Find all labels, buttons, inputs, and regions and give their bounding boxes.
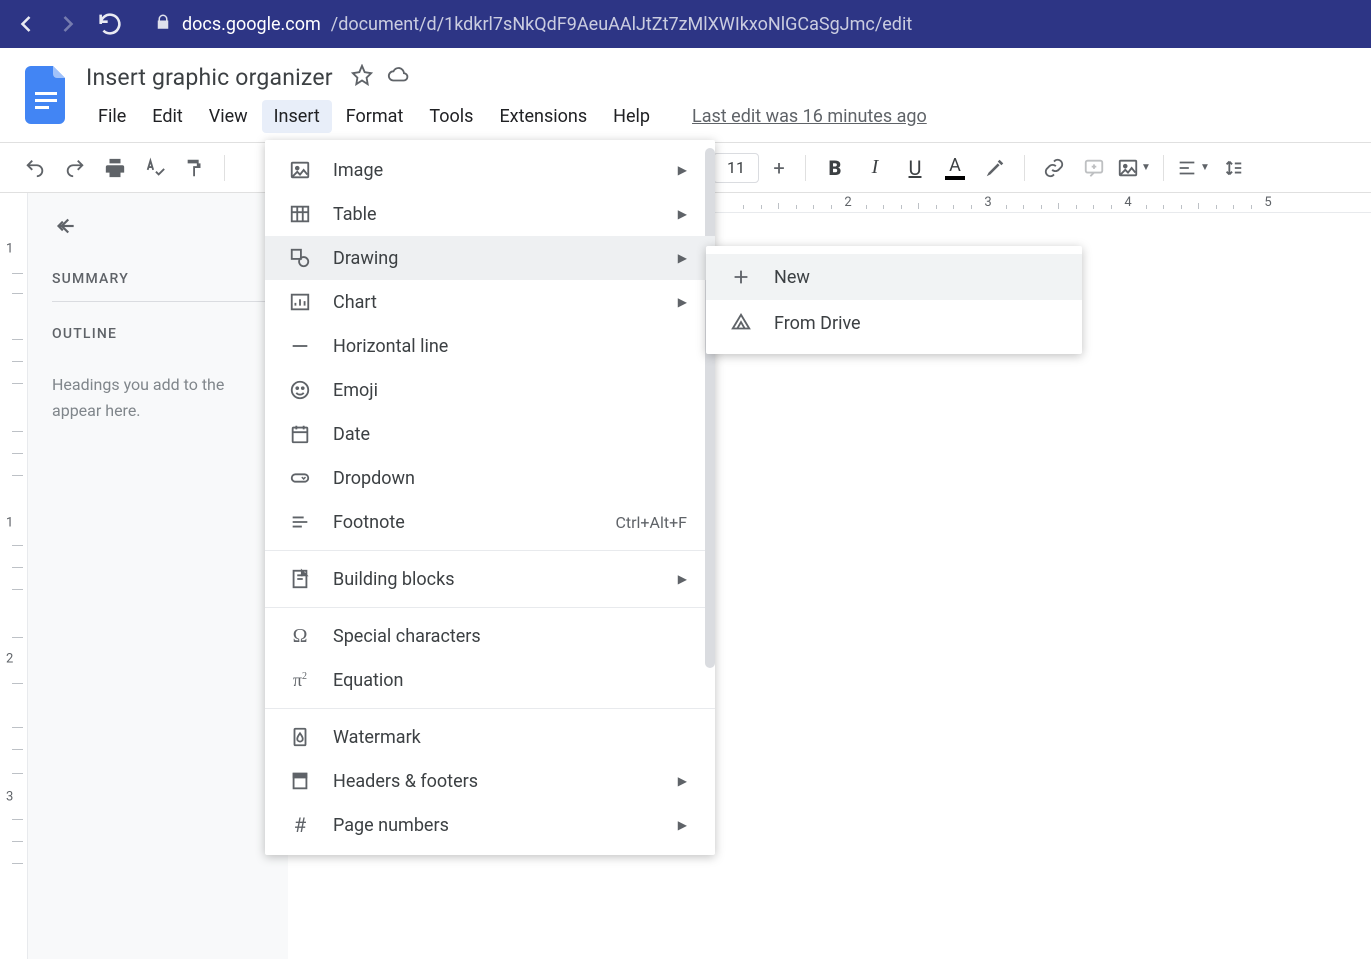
vertical-ruler: 1 1 2 3: [0, 193, 28, 959]
drawing-new[interactable]: New: [706, 254, 1082, 300]
app-header: Insert graphic organizer File Edit View …: [0, 48, 1371, 143]
menu-edit[interactable]: Edit: [140, 100, 194, 133]
undo-button[interactable]: [18, 151, 52, 185]
redo-button[interactable]: [58, 151, 92, 185]
plus-icon: [730, 266, 752, 288]
insert-link-button[interactable]: [1037, 151, 1071, 185]
table-icon: [289, 203, 311, 225]
underline-button[interactable]: U: [898, 151, 932, 185]
insert-equation[interactable]: π2 Equation: [265, 658, 715, 702]
insert-building-blocks[interactable]: Building blocks ▶: [265, 557, 715, 601]
headers-footers-icon: [289, 770, 311, 792]
insert-drawing[interactable]: Drawing ▶: [265, 236, 715, 280]
menu-help[interactable]: Help: [601, 100, 662, 133]
add-comment-button[interactable]: [1077, 151, 1111, 185]
text-color-button[interactable]: A: [938, 151, 972, 185]
insert-menu-dropdown: Image ▶ Table ▶ Drawing ▶ Chart ▶ Horizo…: [265, 140, 715, 855]
url-host: docs.google.com: [182, 14, 321, 35]
insert-watermark[interactable]: Watermark: [265, 715, 715, 759]
italic-button[interactable]: I: [858, 151, 892, 185]
browser-back-button[interactable]: [12, 10, 40, 38]
chart-icon: [289, 291, 311, 313]
browser-reload-button[interactable]: [96, 10, 124, 38]
menu-tools[interactable]: Tools: [417, 100, 485, 133]
insert-table[interactable]: Table ▶: [265, 192, 715, 236]
menu-file[interactable]: File: [86, 100, 138, 133]
url-path: /document/d/1kdkrl7sNkQdF9AeuAAlJtZt7zMl…: [331, 14, 912, 35]
address-bar[interactable]: docs.google.com/document/d/1kdkrl7sNkQdF…: [138, 13, 1359, 36]
submenu-arrow-icon: ▶: [678, 163, 687, 177]
font-size-increase[interactable]: +: [765, 154, 793, 182]
menu-format[interactable]: Format: [334, 100, 416, 133]
outline-placeholder: Headings you add to the appear here.: [52, 372, 270, 423]
drawing-icon: [289, 247, 311, 269]
insert-dropdown[interactable]: Dropdown: [265, 456, 715, 500]
insert-chart[interactable]: Chart ▶: [265, 280, 715, 324]
docs-logo-icon[interactable]: [24, 64, 70, 126]
paint-format-button[interactable]: [178, 151, 212, 185]
insert-image[interactable]: Image ▶: [265, 148, 715, 192]
align-button[interactable]: ▼: [1176, 151, 1210, 185]
submenu-arrow-icon: ▶: [678, 295, 687, 309]
watermark-icon: [289, 726, 311, 748]
hline-icon: [289, 335, 311, 357]
insert-special-characters[interactable]: Ω Special characters: [265, 614, 715, 658]
insert-page-numbers[interactable]: # Page numbers ▶: [265, 803, 715, 847]
outline-heading: OUTLINE: [52, 326, 270, 342]
collapse-outline-button[interactable]: [52, 213, 270, 243]
print-button[interactable]: [98, 151, 132, 185]
omega-icon: Ω: [289, 625, 311, 648]
emoji-icon: [289, 379, 311, 401]
image-icon: [289, 159, 311, 181]
cloud-saved-icon[interactable]: [387, 64, 409, 90]
last-edit-link[interactable]: Last edit was 16 minutes ago: [692, 106, 927, 127]
spellcheck-button[interactable]: [138, 151, 172, 185]
line-spacing-button[interactable]: [1216, 151, 1250, 185]
insert-date[interactable]: Date: [265, 412, 715, 456]
submenu-arrow-icon: ▶: [678, 774, 687, 788]
drive-icon: [730, 312, 752, 334]
summary-heading: SUMMARY: [52, 271, 270, 287]
footnote-icon: [289, 511, 311, 533]
font-size-input[interactable]: 11: [713, 153, 759, 183]
submenu-arrow-icon: ▶: [678, 572, 687, 586]
outline-sidebar: SUMMARY OUTLINE Headings you add to the …: [28, 193, 288, 959]
submenu-arrow-icon: ▶: [678, 818, 687, 832]
insert-horizontal-line[interactable]: Horizontal line: [265, 324, 715, 368]
highlight-button[interactable]: [978, 151, 1012, 185]
browser-forward-button[interactable]: [54, 10, 82, 38]
page-numbers-icon: #: [289, 813, 311, 837]
equation-icon: π2: [289, 670, 311, 691]
building-blocks-icon: [289, 568, 311, 590]
menu-view[interactable]: View: [197, 100, 260, 133]
star-icon[interactable]: [351, 64, 373, 90]
document-title[interactable]: Insert graphic organizer: [86, 64, 333, 91]
date-icon: [289, 423, 311, 445]
submenu-arrow-icon: ▶: [678, 251, 687, 265]
insert-emoji[interactable]: Emoji: [265, 368, 715, 412]
footnote-shortcut: Ctrl+Alt+F: [615, 513, 687, 532]
drawing-submenu: New From Drive: [706, 246, 1082, 354]
browser-chrome: docs.google.com/document/d/1kdkrl7sNkQdF…: [0, 0, 1371, 48]
dropdown-icon: [289, 467, 311, 489]
bold-button[interactable]: B: [818, 151, 852, 185]
menu-extensions[interactable]: Extensions: [487, 100, 599, 133]
drawing-from-drive[interactable]: From Drive: [706, 300, 1082, 346]
insert-image-button[interactable]: ▼: [1117, 151, 1151, 185]
insert-footnote[interactable]: Footnote Ctrl+Alt+F: [265, 500, 715, 544]
menu-bar: File Edit View Insert Format Tools Exten…: [86, 96, 927, 136]
menu-insert[interactable]: Insert: [262, 100, 332, 133]
submenu-arrow-icon: ▶: [678, 207, 687, 221]
lock-icon: [154, 13, 172, 36]
insert-headers-footers[interactable]: Headers & footers ▶: [265, 759, 715, 803]
